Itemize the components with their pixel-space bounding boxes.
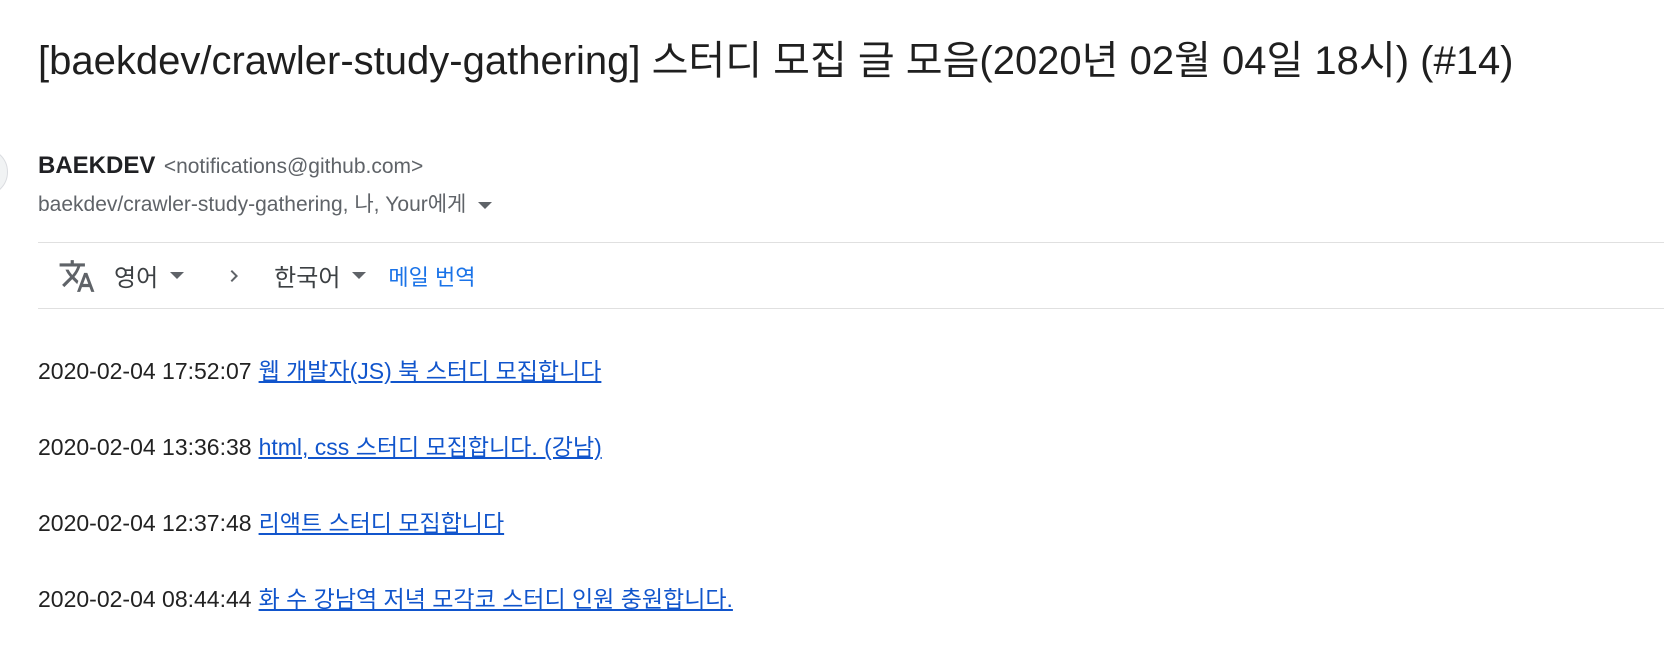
recipients-text: baekdev/crawler-study-gathering, 나, Your… (38, 193, 467, 216)
list-item: 2020-02-04 12:37:48 리액트 스터디 모집합니다 (38, 502, 733, 544)
post-link[interactable]: 웹 개발자(JS) 북 스터디 모집합니다 (259, 358, 602, 384)
sender-name[interactable]: BAEKDEV (38, 152, 155, 179)
source-language-label: 영어 (114, 265, 159, 292)
target-language-label: 한국어 (274, 265, 341, 292)
translate-icon (58, 257, 96, 295)
caret-down-icon[interactable] (478, 201, 493, 209)
post-link[interactable]: 리액트 스터디 모집합니다 (259, 510, 505, 536)
chevron-right-icon (222, 264, 246, 288)
list-item: 2020-02-04 13:36:38 html, css 스터디 모집합니다. … (38, 426, 733, 468)
post-timestamp: 2020-02-04 13:36:38 (38, 434, 252, 460)
target-language-select[interactable]: 한국어 (274, 258, 367, 293)
post-timestamp: 2020-02-04 08:44:44 (38, 586, 252, 612)
recipients-details-toggle[interactable]: baekdev/crawler-study-gathering, 나, Your… (38, 191, 493, 219)
sender-line: BAEKDEV <notifications@github.com> (38, 152, 423, 183)
post-list: 2020-02-04 17:52:07 웹 개발자(JS) 북 스터디 모집합니다… (38, 350, 733, 654)
caret-down-icon (352, 272, 367, 279)
list-item: 2020-02-04 08:44:44 화 수 강남역 저녁 모각코 스터디 인원… (38, 578, 733, 620)
post-link[interactable]: html, css 스터디 모집합니다. (강남) (259, 434, 602, 460)
email-subject: [baekdev/crawler-study-gathering] 스터디 모집… (38, 39, 1514, 83)
source-language-select[interactable]: 영어 (114, 258, 185, 293)
caret-down-icon (170, 272, 185, 279)
translate-message-link[interactable]: 메일 번역 (388, 260, 475, 292)
list-item: 2020-02-04 17:52:07 웹 개발자(JS) 북 스터디 모집합니다 (38, 350, 733, 392)
translate-bar: 영어 한국어 메일 번역 (38, 243, 1664, 308)
sender-avatar[interactable] (0, 148, 8, 196)
sender-email: <notifications@github.com> (163, 155, 424, 178)
post-timestamp: 2020-02-04 17:52:07 (38, 358, 252, 384)
post-timestamp: 2020-02-04 12:37:48 (38, 510, 252, 536)
divider (38, 308, 1664, 309)
post-link[interactable]: 화 수 강남역 저녁 모각코 스터디 인원 충원합니다. (259, 586, 733, 612)
